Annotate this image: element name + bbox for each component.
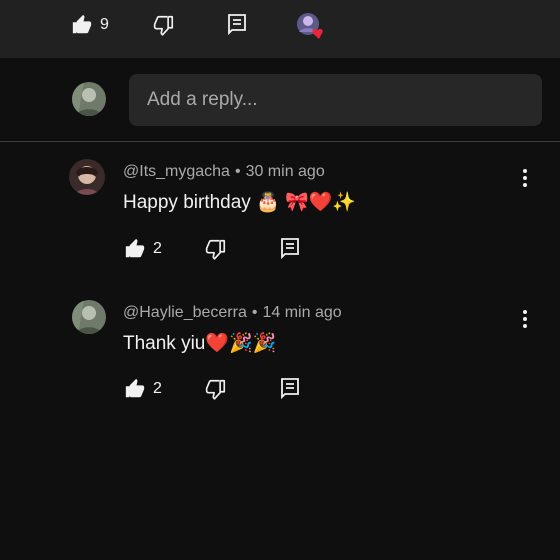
like-count: 9: [100, 16, 109, 33]
thumbs-up-icon: [125, 378, 145, 398]
reply-button[interactable]: [280, 377, 300, 399]
like-button[interactable]: 2: [124, 238, 162, 260]
dislike-button[interactable]: [205, 378, 227, 400]
like-button[interactable]: 9: [71, 14, 109, 36]
comment-author[interactable]: @Haylie_becerra: [123, 304, 247, 321]
more-options-button[interactable]: [518, 307, 532, 331]
thumbs-up-icon: [125, 238, 145, 258]
add-reply-row: Add a reply...: [0, 58, 560, 142]
dislike-button[interactable]: [205, 238, 227, 260]
like-count: 2: [153, 380, 162, 397]
dislike-button[interactable]: [153, 14, 175, 36]
like-count: 2: [153, 240, 162, 257]
thumbs-up-icon: [72, 14, 92, 34]
comment-item: @Its_mygacha • 30 min ago Happy birthday 🎂…: [0, 143, 560, 283]
commenter-avatar[interactable]: [72, 300, 106, 334]
creator-heart: [296, 12, 328, 40]
kebab-icon: [523, 310, 527, 314]
parent-comment-actions: 9: [0, 0, 560, 58]
comment-author[interactable]: @Its_mygacha: [123, 163, 230, 180]
reply-input[interactable]: Add a reply...: [129, 74, 542, 126]
more-options-button[interactable]: [518, 166, 532, 190]
comment-item: @Haylie_becerra • 14 min ago Thank yiu❤️🎉🎉…: [0, 283, 560, 423]
comment-text: Happy birthday 🎂 🎀❤️✨: [123, 192, 356, 213]
creator-avatar-heart-icon: [297, 13, 323, 39]
reply-button[interactable]: [227, 13, 247, 35]
comment-time: 14 min ago: [262, 304, 342, 321]
comment-icon: [281, 378, 299, 399]
comment-time: 30 min ago: [245, 163, 325, 180]
thumbs-down-icon: [205, 239, 226, 260]
reply-button[interactable]: [280, 237, 300, 259]
thumbs-down-icon: [153, 15, 174, 36]
user-avatar: [72, 82, 106, 116]
commenter-avatar[interactable]: [69, 159, 105, 195]
thumbs-down-icon: [205, 379, 226, 400]
comment-text: Thank yiu❤️🎉🎉: [123, 333, 277, 354]
comment-icon: [228, 14, 246, 35]
kebab-icon: [523, 169, 527, 173]
comment-meta: @Haylie_becerra • 14 min ago: [123, 304, 342, 321]
comment-icon: [281, 238, 299, 259]
comment-meta: @Its_mygacha • 30 min ago: [123, 163, 325, 180]
like-button[interactable]: 2: [124, 378, 162, 400]
